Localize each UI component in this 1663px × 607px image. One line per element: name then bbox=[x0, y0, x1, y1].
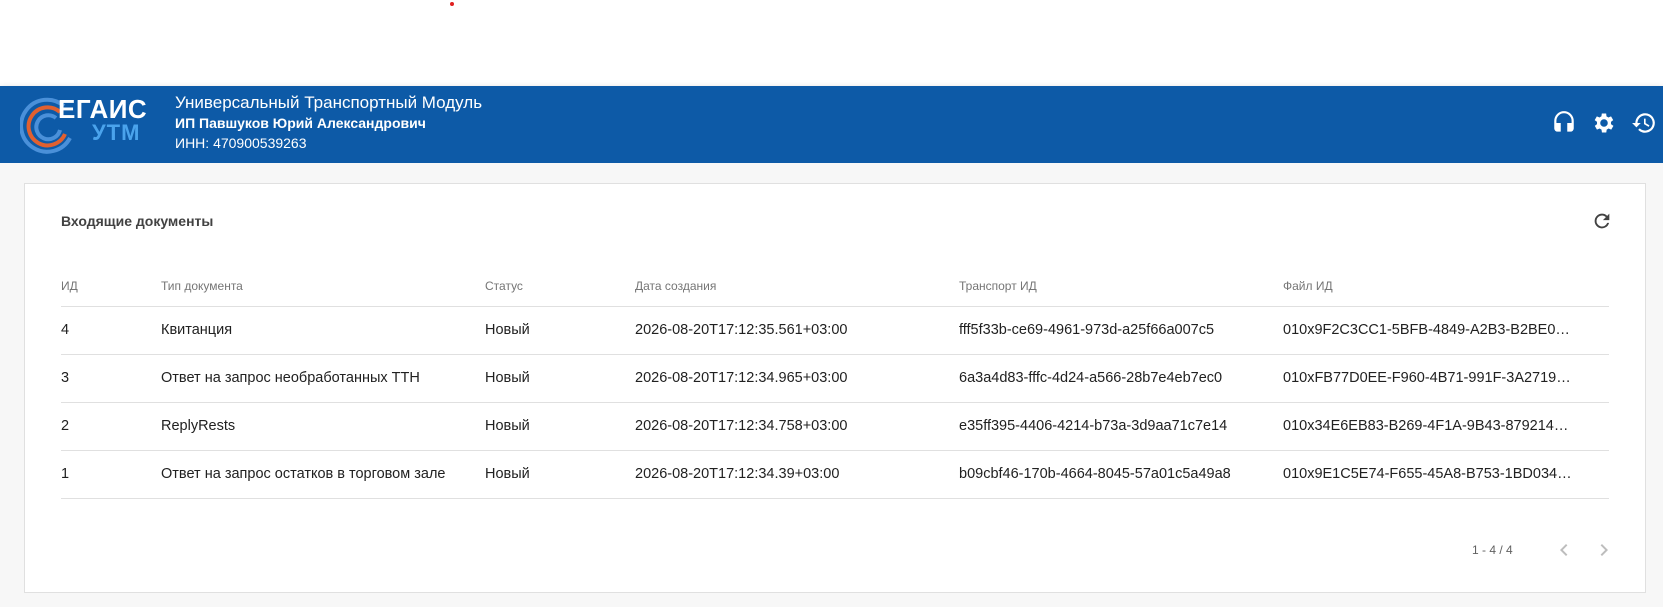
cell-transport-id: 6a3a4d83-fffc-4d24-a566-28b7e4eb7ec0 bbox=[959, 354, 1283, 403]
cell-transport-id: fff5f33b-ce69-4961-973d-a25f66a007c5 bbox=[959, 306, 1283, 355]
cell-status: Новый bbox=[485, 402, 635, 451]
chevron-left-icon bbox=[1560, 544, 1568, 556]
org-name: ИП Павшуков Юрий Александрович bbox=[175, 115, 426, 131]
cell-file-id: 010x9E1C5E74-F655-45A8-B753-1BD034… bbox=[1283, 450, 1609, 499]
cell-doc-type: Ответ на запрос остатков в торговом зале bbox=[161, 450, 485, 499]
col-header-transport-id[interactable]: Транспорт ИД bbox=[959, 266, 1283, 307]
col-header-file-id[interactable]: Файл ИД bbox=[1283, 266, 1609, 307]
cell-status: Новый bbox=[485, 354, 635, 403]
cell-transport-id: e35ff395-4406-4214-b73a-3d9aa71c7e14 bbox=[959, 402, 1283, 451]
table-row[interactable]: 3 Ответ на запрос необработанных ТТН Нов… bbox=[61, 354, 1609, 403]
inn-label: ИНН: 470900539263 bbox=[175, 135, 307, 151]
cell-created: 2026-08-20T17:12:34.758+03:00 bbox=[635, 402, 959, 451]
cell-created: 2026-08-20T17:12:34.965+03:00 bbox=[635, 354, 959, 403]
refresh-icon[interactable] bbox=[1591, 210, 1613, 232]
table-header-row: ИД Тип документа Статус Дата создания Тр… bbox=[61, 266, 1609, 307]
gear-icon[interactable] bbox=[1591, 110, 1617, 136]
cell-transport-id: b09cbf46-170b-4664-8045-57a01c5a49a8 bbox=[959, 450, 1283, 499]
col-header-doc-type[interactable]: Тип документа bbox=[161, 266, 485, 307]
incoming-documents-card: Входящие документы ИД Тип документа Стат… bbox=[24, 183, 1646, 593]
cell-file-id: 010x9F2C3CC1-5BFB-4849-A2B3-B2BE0… bbox=[1283, 306, 1609, 355]
cell-id: 3 bbox=[61, 354, 161, 403]
cell-file-id: 010x34E6EB83-B269-4F1A-9B43-879214… bbox=[1283, 402, 1609, 451]
history-icon[interactable] bbox=[1631, 110, 1657, 136]
app-header: ЕГАИС УТМ Универсальный Транспортный Мод… bbox=[0, 86, 1663, 163]
table-row[interactable]: 4 Квитанция Новый 2026-08-20T17:12:35.56… bbox=[61, 306, 1609, 355]
cell-doc-type: Ответ на запрос необработанных ТТН bbox=[161, 354, 485, 403]
cell-doc-type: ReplyRests bbox=[161, 402, 485, 451]
cell-created: 2026-08-20T17:12:34.39+03:00 bbox=[635, 450, 959, 499]
cell-created: 2026-08-20T17:12:35.561+03:00 bbox=[635, 306, 959, 355]
table-row[interactable]: 2 ReplyRests Новый 2026-08-20T17:12:34.7… bbox=[61, 402, 1609, 451]
card-title: Входящие документы bbox=[61, 213, 214, 229]
prev-page-button[interactable] bbox=[1552, 538, 1576, 562]
header-info: Универсальный Транспортный Модуль ИП Пав… bbox=[175, 93, 482, 153]
cell-doc-type: Квитанция bbox=[161, 306, 485, 355]
red-dot-marker bbox=[450, 2, 454, 6]
cell-status: Новый bbox=[485, 450, 635, 499]
paginator-range: 1 - 4 / 4 bbox=[1472, 543, 1513, 557]
col-header-created[interactable]: Дата создания bbox=[635, 266, 959, 307]
cell-id: 4 bbox=[61, 306, 161, 355]
chevron-right-icon bbox=[1600, 544, 1608, 556]
cell-id: 1 bbox=[61, 450, 161, 499]
logo-text-utm: УТМ bbox=[92, 120, 141, 145]
headset-icon[interactable] bbox=[1551, 110, 1577, 136]
col-header-id[interactable]: ИД bbox=[61, 266, 161, 307]
documents-table: ИД Тип документа Статус Дата создания Тр… bbox=[61, 266, 1609, 499]
app-title: Универсальный Транспортный Модуль bbox=[175, 93, 483, 112]
col-header-status[interactable]: Статус bbox=[485, 266, 635, 307]
next-page-button[interactable] bbox=[1592, 538, 1616, 562]
egais-logo: ЕГАИС УТМ bbox=[20, 92, 147, 158]
cell-id: 2 bbox=[61, 402, 161, 451]
cell-file-id: 010xFB77D0EE-F960-4B71-991F-3A2719… bbox=[1283, 354, 1609, 403]
table-row[interactable]: 1 Ответ на запрос остатков в торговом за… bbox=[61, 450, 1609, 499]
cell-status: Новый bbox=[485, 306, 635, 355]
